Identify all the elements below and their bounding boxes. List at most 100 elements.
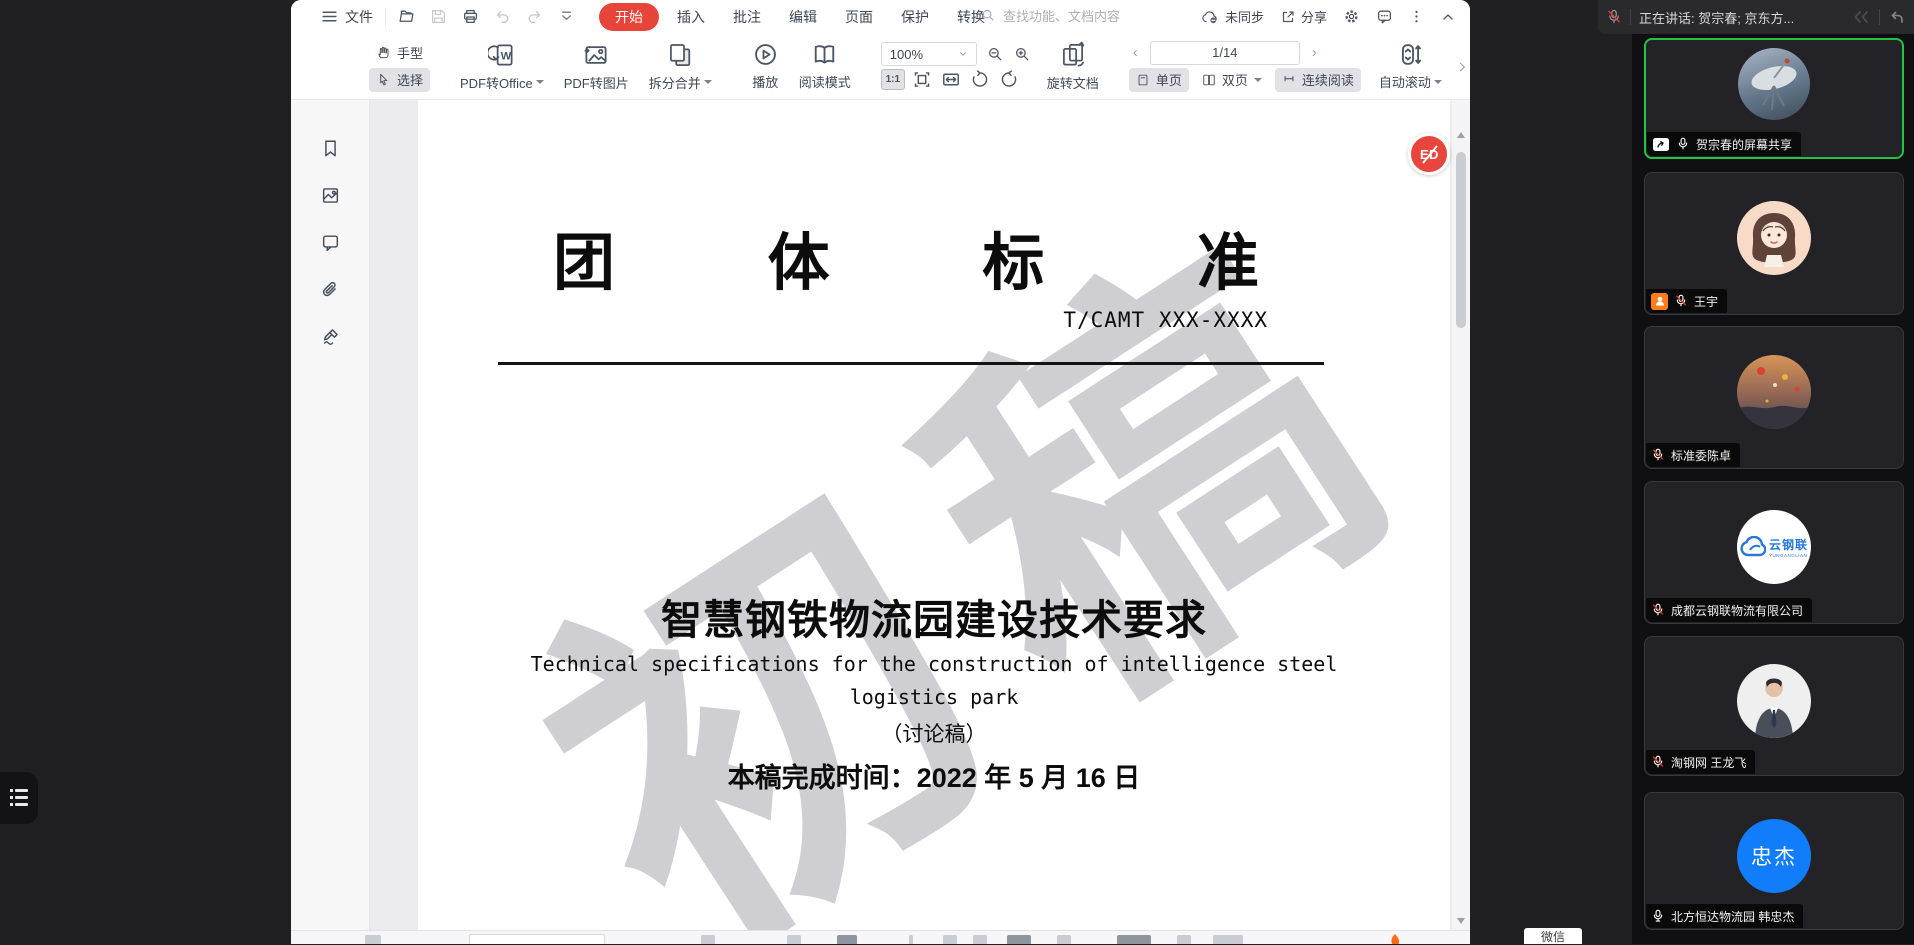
- avatar: [1737, 355, 1811, 429]
- host-icon: [1651, 293, 1668, 310]
- settings-gear-icon[interactable]: [1343, 8, 1360, 25]
- dropdown-caret-icon: [1254, 78, 1262, 82]
- tab-protect[interactable]: 保护: [891, 3, 939, 31]
- customize-toolbar-chevron-icon[interactable]: [558, 8, 575, 25]
- logo-cn-text: 云钢联: [1769, 536, 1808, 553]
- actual-size-button[interactable]: 1:1: [881, 69, 905, 90]
- tab-home[interactable]: 开始: [599, 3, 659, 31]
- participant-tile[interactable]: 忠杰 北方恒达物流园 韩忠杰: [1644, 792, 1904, 930]
- rotate-right-icon[interactable]: [997, 69, 1021, 90]
- page-number-input[interactable]: 1/14: [1150, 41, 1300, 65]
- hand-tool-button[interactable]: 手型: [369, 41, 430, 65]
- pdf-page[interactable]: 初稿 团 体 标 准 T/CAMT XXX-XXXX 智慧钢铁物流园建设技术要求…: [418, 100, 1450, 930]
- comments-panel-icon[interactable]: [320, 232, 341, 253]
- vertical-scrollbar[interactable]: [1452, 100, 1470, 930]
- wechat-taskbar-item[interactable]: 微信: [1524, 928, 1582, 944]
- status-search-input[interactable]: [469, 934, 605, 944]
- participant-tile[interactable]: 云钢联 YUNGANGLIAN 成都云钢联物流有限公司: [1644, 481, 1904, 624]
- print-icon[interactable]: [462, 8, 479, 25]
- continuous-view-button[interactable]: 连续阅读: [1275, 68, 1361, 92]
- feedback-chat-icon[interactable]: [1376, 8, 1393, 25]
- zoom-out-icon[interactable]: [987, 46, 1004, 63]
- menu-bar: 文件 开始 插入 批注 编辑 页面 保护 转换 查找功能、文档内容: [291, 0, 1470, 33]
- cursor-icon: [376, 72, 391, 87]
- split-merge-button[interactable]: 拆分合并: [639, 41, 722, 92]
- standard-code: T/CAMT XXX-XXXX: [1063, 308, 1268, 332]
- reply-arrow-icon[interactable]: [1888, 9, 1906, 25]
- open-folder-icon[interactable]: [398, 8, 415, 25]
- status-icon[interactable]: [1057, 935, 1071, 944]
- redo-icon[interactable]: [526, 8, 543, 25]
- yunganglian-logo: 云钢联 YUNGANGLIAN: [1740, 536, 1808, 558]
- next-page-button[interactable]: ›: [1308, 44, 1321, 61]
- select-tool-button[interactable]: 选择: [369, 68, 430, 92]
- sync-status-button[interactable]: 未同步: [1201, 7, 1264, 26]
- tab-insert[interactable]: 插入: [667, 3, 715, 31]
- rotate-document-button[interactable]: 旋转文档: [1037, 41, 1109, 92]
- zoom-level-select[interactable]: 100%: [881, 42, 977, 66]
- auto-scroll-button[interactable]: 自动滚动: [1369, 41, 1452, 91]
- rotate-left-icon[interactable]: [968, 69, 992, 90]
- double-page-view-button[interactable]: 双页: [1195, 68, 1269, 92]
- status-icon[interactable]: [1177, 935, 1191, 944]
- play-button[interactable]: 播放: [742, 41, 789, 91]
- share-button[interactable]: 分享: [1280, 7, 1327, 26]
- status-icon[interactable]: [973, 935, 987, 944]
- scroll-up-arrow[interactable]: [1457, 132, 1465, 138]
- svg-text:W: W: [500, 50, 511, 62]
- status-icon[interactable]: [909, 935, 913, 944]
- save-icon[interactable]: [430, 8, 447, 25]
- single-page-icon: [1136, 73, 1150, 87]
- double-page-label: 双页: [1222, 70, 1248, 89]
- thumbnail-list-toggle-button[interactable]: [0, 772, 38, 824]
- status-icon[interactable]: [1213, 935, 1243, 944]
- draft-note: （讨论稿）: [418, 718, 1450, 748]
- status-icon[interactable]: [943, 935, 957, 944]
- divider: [385, 8, 386, 26]
- play-label: 播放: [752, 72, 778, 91]
- status-icon[interactable]: [1007, 935, 1031, 944]
- continuous-view-label: 连续阅读: [1302, 70, 1354, 89]
- participant-tile[interactable]: 贺宗春的屏幕共享: [1644, 38, 1904, 159]
- status-icon[interactable]: [1117, 935, 1151, 944]
- attachments-icon[interactable]: [320, 279, 341, 300]
- status-icon[interactable]: [837, 935, 857, 944]
- floating-badge-icon[interactable]: ED: [1408, 133, 1450, 175]
- divider: [1879, 9, 1880, 25]
- status-icon[interactable]: [701, 935, 715, 944]
- document-subtitle-en-1: Technical specifications for the constru…: [418, 652, 1450, 676]
- participant-tile[interactable]: 王宇: [1644, 172, 1904, 315]
- search-input[interactable]: 查找功能、文档内容: [981, 6, 1166, 25]
- undo-icon[interactable]: [494, 8, 511, 25]
- participant-tile[interactable]: 淘钢网 王龙飞: [1644, 636, 1904, 776]
- participant-tile[interactable]: 标准委陈卓: [1644, 326, 1904, 469]
- tab-comment[interactable]: 批注: [723, 3, 771, 31]
- pdf-to-image-label: PDF转图片: [564, 73, 629, 92]
- previous-page-button[interactable]: ‹: [1129, 44, 1142, 61]
- status-icon[interactable]: [787, 935, 801, 944]
- fit-width-icon[interactable]: [939, 69, 963, 90]
- double-chevron-left-icon[interactable]: [1851, 9, 1871, 25]
- mic-muted-icon[interactable]: [1606, 9, 1622, 25]
- zoom-in-icon[interactable]: [1014, 46, 1031, 63]
- tab-page[interactable]: 页面: [835, 3, 883, 31]
- pdf-to-image-button[interactable]: PDF转图片: [554, 41, 639, 92]
- fit-page-icon[interactable]: [910, 69, 934, 90]
- read-mode-button[interactable]: 阅读模式: [789, 41, 861, 91]
- ribbon-overflow-chevron-icon[interactable]: [1456, 61, 1468, 73]
- bookmarks-icon[interactable]: [320, 138, 341, 159]
- dropdown-caret-icon: [536, 80, 544, 84]
- pdf-to-office-button[interactable]: W PDF转Office: [450, 41, 554, 92]
- single-page-view-button[interactable]: 单页: [1129, 68, 1189, 92]
- sync-status-label: 未同步: [1225, 7, 1264, 26]
- status-icon[interactable]: [365, 935, 381, 944]
- file-menu-label: 文件: [345, 7, 373, 27]
- more-options-kebab-icon[interactable]: [1409, 9, 1424, 24]
- scroll-down-arrow[interactable]: [1457, 918, 1465, 924]
- signature-icon[interactable]: [320, 326, 341, 347]
- collapse-ribbon-chevron-icon[interactable]: [1440, 9, 1456, 25]
- scrollbar-thumb[interactable]: [1456, 152, 1466, 328]
- tab-edit[interactable]: 编辑: [779, 3, 827, 31]
- images-panel-icon[interactable]: [320, 185, 341, 206]
- file-menu-button[interactable]: 文件: [321, 7, 373, 27]
